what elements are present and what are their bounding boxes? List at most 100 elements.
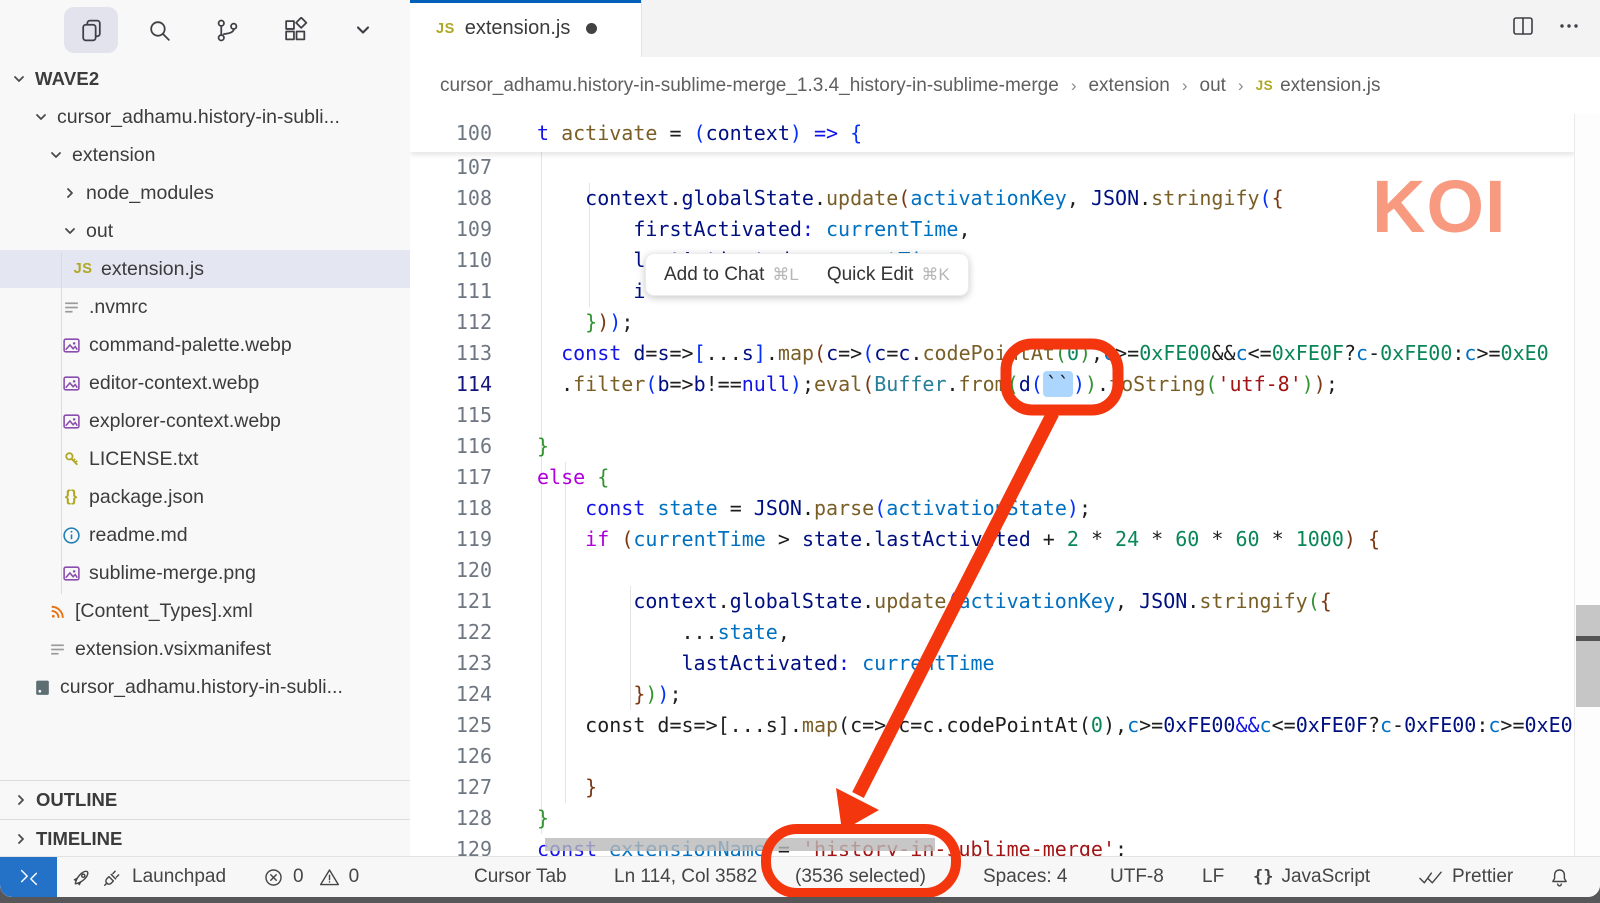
code-line-100[interactable]: 100t activate = (context) => { — [410, 114, 862, 152]
tree-item-extension[interactable]: extension — [0, 136, 410, 174]
code-line-112[interactable]: 112 })); — [410, 307, 1575, 338]
cursor-position-status-item[interactable]: Ln 114, Col 3582 — [614, 857, 757, 897]
horizontal-scrollbar[interactable] — [545, 838, 935, 851]
code-line-content: const d=s=>[...s].map(c=>(c=c.codePointA… — [527, 338, 1549, 369]
code-editor[interactable]: KOI 107108 context.globalState.update(ac… — [410, 114, 1600, 857]
sidebar: WAVE2cursor_adhamu.history-in-subli...ex… — [0, 0, 411, 857]
code-line-119[interactable]: 119 if (currentTime > state.lastActivate… — [410, 524, 1575, 555]
binary-file-icon — [32, 677, 52, 697]
code-line-117[interactable]: 117else { — [410, 462, 1575, 493]
code-line-content — [527, 555, 537, 586]
code-line-109[interactable]: 109 firstActivated: currentTime, — [410, 214, 1575, 245]
json-file-icon: {} — [61, 487, 81, 507]
extensions-icon[interactable] — [268, 7, 322, 53]
breadcrumb-separator: › — [1238, 76, 1244, 96]
breadcrumb-segment[interactable]: cursor_adhamu.history-in-sublime-merge_1… — [440, 75, 1059, 97]
tree-item-out[interactable]: out — [0, 212, 410, 250]
line-number: 123 — [410, 648, 527, 679]
views-chevron-icon[interactable] — [336, 7, 390, 53]
selection-count-status-item[interactable]: (3536 selected) — [795, 857, 926, 897]
encoding-status-item[interactable]: UTF-8 — [1110, 857, 1164, 897]
remote-indicator[interactable] — [0, 857, 57, 897]
code-line-125[interactable]: 125 const d=s=>[...s].map(c=>(c=c.codePo… — [410, 710, 1575, 741]
line-number: 114 — [410, 369, 527, 400]
tree-item-label: cursor_adhamu.history-in-subli... — [60, 676, 343, 699]
editor-actions — [1510, 0, 1582, 57]
line-number: 117 — [410, 462, 527, 493]
chevron-right-icon — [61, 184, 79, 202]
formatter-status-item[interactable]: Prettier — [1417, 857, 1513, 897]
code-line-113[interactable]: 113 const d=s=>[...s].map(c=>(c=c.codePo… — [410, 338, 1575, 369]
overview-ruler-marker — [1576, 636, 1600, 641]
unsaved-dot-icon[interactable] — [586, 23, 597, 34]
code-line-123[interactable]: 123 lastActivated: currentTime — [410, 648, 1575, 679]
problems-status-item[interactable]: 0 0 — [262, 857, 359, 897]
tree-item-label: readme.md — [89, 524, 188, 547]
search-icon[interactable] — [132, 7, 186, 53]
code-lines: 107108 context.globalState.update(activa… — [410, 152, 1575, 857]
panel-outline[interactable]: OUTLINE — [0, 780, 410, 819]
tree-item-extension-vsixmanifest[interactable]: extension.vsixmanifest — [0, 630, 410, 668]
code-line-content: ...state, — [527, 617, 790, 648]
activity-bar — [0, 0, 410, 60]
add-to-chat-shortcut: ⌘L — [772, 265, 798, 285]
rss-file-icon — [47, 601, 67, 621]
warning-icon — [318, 866, 341, 889]
language-status-item[interactable]: {} JavaScript — [1253, 857, 1370, 897]
tree-item-label: WAVE2 — [35, 68, 99, 90]
add-to-chat-button[interactable]: Add to Chat ⌘L — [664, 264, 799, 286]
panel-label: TIMELINE — [36, 828, 122, 850]
tree-item--content-types-xml[interactable]: [Content_Types].xml — [0, 592, 410, 630]
code-line-122[interactable]: 122 ...state, — [410, 617, 1575, 648]
tab-extension-js[interactable]: JS extension.js — [410, 0, 642, 57]
quick-edit-button[interactable]: Quick Edit ⌘K — [827, 264, 950, 286]
tab-bar: JS extension.js — [410, 0, 1600, 58]
cursor-tab-status-item[interactable]: Cursor Tab — [474, 857, 567, 897]
sidebar-panels: OUTLINE TIMELINE — [0, 780, 410, 857]
tree-item-node-modules[interactable]: node_modules — [0, 174, 410, 212]
js-icon: JS — [1256, 78, 1274, 93]
code-line-115[interactable]: 115 — [410, 400, 1575, 431]
tree-item-label: out — [86, 220, 113, 243]
tree-item-cursor-adhamu-history-in-subli-[interactable]: cursor_adhamu.history-in-subli... — [0, 98, 410, 136]
code-line-124[interactable]: 124 })); — [410, 679, 1575, 710]
split-editor-icon[interactable] — [1510, 13, 1536, 44]
more-actions-icon[interactable] — [1556, 13, 1582, 44]
code-line-114[interactable]: 114 .filter(b=>b!==null);eval(Buffer.fro… — [410, 369, 1575, 400]
code-line-110[interactable]: 110 lastActivated: currentTime, — [410, 245, 1575, 276]
source-control-icon[interactable] — [200, 7, 254, 53]
code-line-128[interactable]: 128} — [410, 803, 1575, 834]
code-line-116[interactable]: 116} — [410, 431, 1575, 462]
vertical-scrollbar-track[interactable] — [1574, 114, 1600, 857]
code-line-content: const d=s=>[...s].map(c=>(c=c.codePointA… — [527, 710, 1573, 741]
code-line-120[interactable]: 120 — [410, 555, 1575, 586]
line-number: 122 — [410, 617, 527, 648]
launchpad-status-item[interactable]: Launchpad — [70, 857, 226, 897]
indentation-status-item[interactable]: Spaces: 4 — [983, 857, 1068, 897]
code-line-127[interactable]: 127 } — [410, 772, 1575, 803]
sticky-scroll-line[interactable]: 100t activate = (context) => { — [410, 114, 1575, 152]
explorer-icon[interactable] — [64, 7, 118, 53]
code-line-126[interactable]: 126 — [410, 741, 1575, 772]
eol-status-item[interactable]: LF — [1202, 857, 1224, 897]
tree-item-label: extension.vsixmanifest — [75, 638, 271, 661]
breadcrumb-segment[interactable]: extension — [1088, 75, 1169, 97]
code-line-content — [527, 400, 537, 431]
code-line-118[interactable]: 118 const state = JSON.parse(activationS… — [410, 493, 1575, 524]
code-line-content: } — [527, 431, 549, 462]
vertical-scrollbar-thumb[interactable] — [1576, 605, 1600, 707]
file-file-icon — [61, 297, 81, 317]
code-line-108[interactable]: 108 context.globalState.update(activatio… — [410, 183, 1575, 214]
file-file-icon — [47, 639, 67, 659]
code-line-107[interactable]: 107 — [410, 152, 1575, 183]
chevron-right-icon — [12, 830, 30, 848]
code-line-121[interactable]: 121 context.globalState.update(activatio… — [410, 586, 1575, 617]
tree-item-wave2[interactable]: WAVE2 — [0, 60, 410, 98]
breadcrumb-segment[interactable]: out — [1200, 75, 1226, 97]
code-line-111[interactable]: 111 i — [410, 276, 1575, 307]
notifications-bell-icon[interactable] — [1548, 857, 1571, 897]
tree-item-cursor-adhamu-history-in-subli-[interactable]: cursor_adhamu.history-in-subli... — [0, 668, 410, 706]
panel-timeline[interactable]: TIMELINE — [0, 819, 410, 857]
breadcrumb-segment[interactable]: extension.js — [1280, 75, 1380, 97]
tree-item-label: node_modules — [86, 182, 214, 205]
